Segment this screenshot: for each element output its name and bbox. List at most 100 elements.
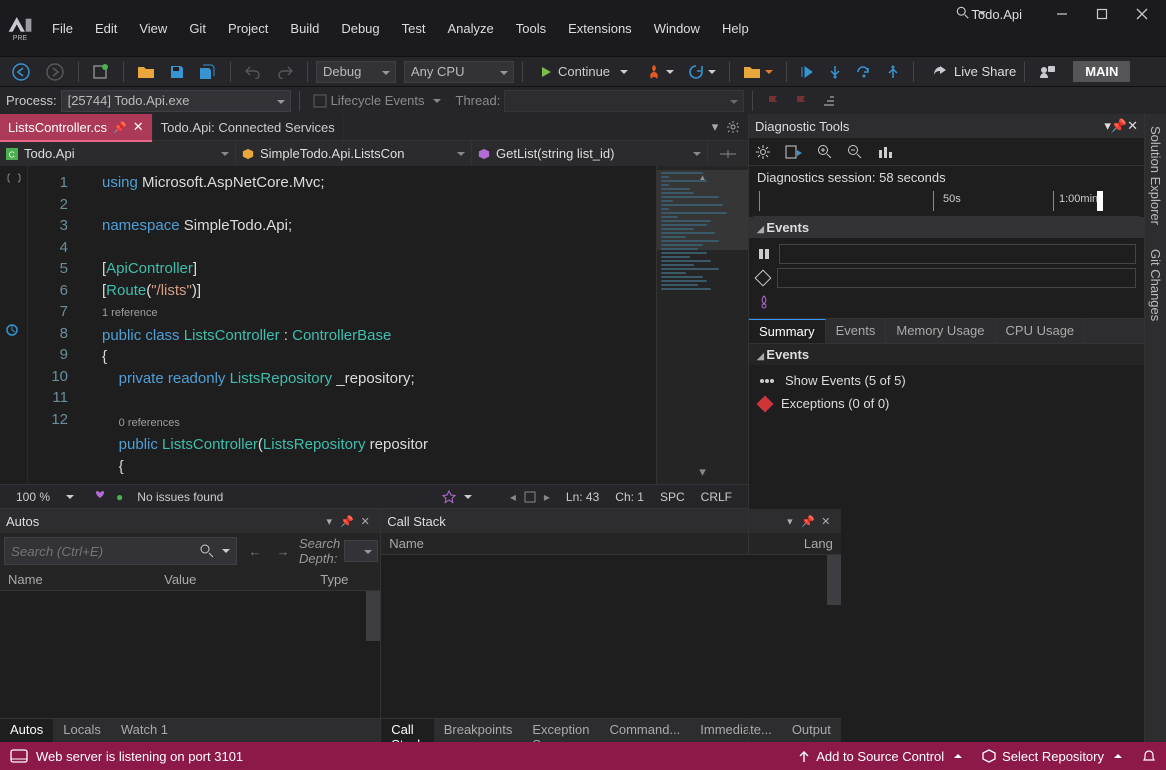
- redo-button[interactable]: [271, 60, 299, 84]
- show-next-statement-button[interactable]: [795, 60, 819, 84]
- split-button[interactable]: [708, 147, 748, 161]
- diag-tab-events[interactable]: Events: [826, 319, 887, 343]
- col-value[interactable]: Value: [164, 572, 320, 587]
- intellicode-icon[interactable]: [442, 490, 456, 504]
- select-tools-icon[interactable]: [785, 144, 803, 160]
- menu-file[interactable]: File: [42, 18, 83, 39]
- menu-build[interactable]: Build: [280, 18, 329, 39]
- scrollbar[interactable]: [827, 555, 841, 605]
- flag-button-2[interactable]: [789, 89, 813, 113]
- menu-project[interactable]: Project: [218, 18, 278, 39]
- minimap[interactable]: ▴ ▾: [656, 166, 748, 484]
- tab-locals[interactable]: Locals: [53, 719, 111, 742]
- col-name[interactable]: Name: [8, 572, 164, 587]
- line-indicator[interactable]: Ln: 43: [566, 490, 599, 504]
- menu-analyze[interactable]: Analyze: [437, 18, 503, 39]
- zoom-level[interactable]: 100 %: [16, 490, 50, 504]
- menu-extensions[interactable]: Extensions: [558, 18, 642, 39]
- configuration-combo[interactable]: Debug: [316, 61, 396, 83]
- tab-call-stack[interactable]: Call Stack: [381, 719, 434, 742]
- show-events-row[interactable]: Show Events (5 of 5): [759, 373, 1134, 388]
- new-project-button[interactable]: [87, 60, 115, 84]
- diag-tab-memory-usage[interactable]: Memory Usage: [886, 319, 995, 343]
- col-type[interactable]: Type: [320, 572, 380, 587]
- code-area[interactable]: using Microsoft.AspNetCore.Mvc; namespac…: [78, 166, 656, 484]
- select-repository[interactable]: Select Repository: [982, 749, 1122, 764]
- tab-watch-1[interactable]: Watch 1: [111, 719, 178, 742]
- tab-command-[interactable]: Command...: [599, 719, 690, 742]
- continue-button[interactable]: Continue: [531, 60, 637, 84]
- close-icon[interactable]: ✕: [356, 515, 374, 528]
- process-combo[interactable]: [25744] Todo.Api.exe: [61, 90, 291, 112]
- lifecycle-events-button[interactable]: Lifecycle Events: [308, 89, 446, 113]
- autos-search-input[interactable]: [5, 544, 196, 559]
- reset-zoom-icon[interactable]: [877, 144, 893, 160]
- close-icon[interactable]: ✕: [1127, 118, 1138, 134]
- member-dropdown[interactable]: GetList(string list_id): [472, 141, 708, 167]
- main-thread-button[interactable]: MAIN: [1073, 61, 1130, 82]
- platform-combo[interactable]: Any CPU: [404, 61, 514, 83]
- add-source-control[interactable]: Add to Source Control: [798, 749, 962, 764]
- tab-exception-se-[interactable]: Exception Se...: [522, 719, 599, 742]
- pin-icon[interactable]: 📌: [338, 515, 356, 528]
- tabs-overflow-button[interactable]: ▾: [704, 119, 726, 135]
- menu-window[interactable]: Window: [644, 18, 710, 39]
- feedback-button[interactable]: [1033, 60, 1061, 84]
- stack-frame-button[interactable]: [817, 89, 841, 113]
- restart-button[interactable]: [683, 60, 721, 84]
- menu-help[interactable]: Help: [712, 18, 759, 39]
- issues-label[interactable]: No issues found: [137, 490, 223, 504]
- hot-reload-button[interactable]: [641, 60, 679, 84]
- diag-tab-cpu-usage[interactable]: CPU Usage: [996, 319, 1086, 343]
- thread-combo[interactable]: [504, 90, 744, 112]
- undo-button[interactable]: [239, 60, 267, 84]
- gear-icon[interactable]: [755, 144, 771, 160]
- scrollbar[interactable]: [366, 591, 380, 641]
- browse-button[interactable]: [738, 60, 778, 84]
- solution-explorer-tab[interactable]: Solution Explorer: [1147, 122, 1164, 229]
- events-section-header[interactable]: Events: [749, 217, 1144, 238]
- col-name[interactable]: Name: [389, 536, 781, 551]
- open-file-button[interactable]: [132, 60, 160, 84]
- search-prev-button[interactable]: ←: [243, 539, 267, 563]
- menu-view[interactable]: View: [129, 18, 177, 39]
- notifications-button[interactable]: [1142, 749, 1156, 763]
- tab-listscontroller[interactable]: ListsController.cs 📌 ✕: [0, 114, 153, 140]
- menu-git[interactable]: Git: [179, 18, 216, 39]
- menu-tools[interactable]: Tools: [506, 18, 556, 39]
- eol-indicator[interactable]: CRLF: [701, 490, 732, 504]
- diagnostics-timeline[interactable]: 50s 1:00min: [753, 189, 1140, 217]
- tab-connected-services[interactable]: Todo.Api: Connected Services: [153, 114, 344, 140]
- output-icon[interactable]: [10, 749, 28, 763]
- step-out-button[interactable]: [881, 60, 905, 84]
- step-into-button[interactable]: [823, 60, 847, 84]
- code-editor[interactable]: 123456789101112 using Microsoft.AspNetCo…: [0, 166, 748, 484]
- nav-forward-button[interactable]: [40, 60, 70, 84]
- save-all-button[interactable]: [194, 60, 222, 84]
- autos-search[interactable]: [4, 537, 237, 565]
- tab-breakpoints[interactable]: Breakpoints: [434, 719, 523, 742]
- diag-tab-summary[interactable]: Summary: [749, 319, 826, 343]
- menu-debug[interactable]: Debug: [331, 18, 389, 39]
- tabs-settings-button[interactable]: [726, 120, 748, 134]
- close-button[interactable]: [1124, 2, 1160, 26]
- zoom-in-icon[interactable]: [817, 144, 833, 160]
- pin-icon[interactable]: 📌: [113, 121, 127, 134]
- map-mode-icon[interactable]: [524, 491, 536, 503]
- callstack-body[interactable]: [381, 555, 841, 718]
- save-button[interactable]: [164, 60, 190, 84]
- pin-icon[interactable]: 📌: [1111, 118, 1127, 134]
- flag-button-1[interactable]: [761, 89, 785, 113]
- nav-back-button[interactable]: [6, 60, 36, 84]
- step-over-button[interactable]: [851, 60, 877, 84]
- indent-indicator[interactable]: SPC: [660, 490, 685, 504]
- project-dropdown[interactable]: C Todo.Api: [0, 141, 236, 167]
- maximize-button[interactable]: [1084, 2, 1120, 26]
- menu-edit[interactable]: Edit: [85, 18, 127, 39]
- git-changes-tab[interactable]: Git Changes: [1147, 245, 1164, 325]
- glyph-margin[interactable]: [0, 166, 28, 484]
- close-icon[interactable]: ✕: [133, 119, 144, 135]
- minimize-button[interactable]: [1044, 2, 1080, 26]
- search-next-button[interactable]: →: [271, 539, 295, 563]
- panel-dropdown-icon[interactable]: ▾: [320, 515, 338, 528]
